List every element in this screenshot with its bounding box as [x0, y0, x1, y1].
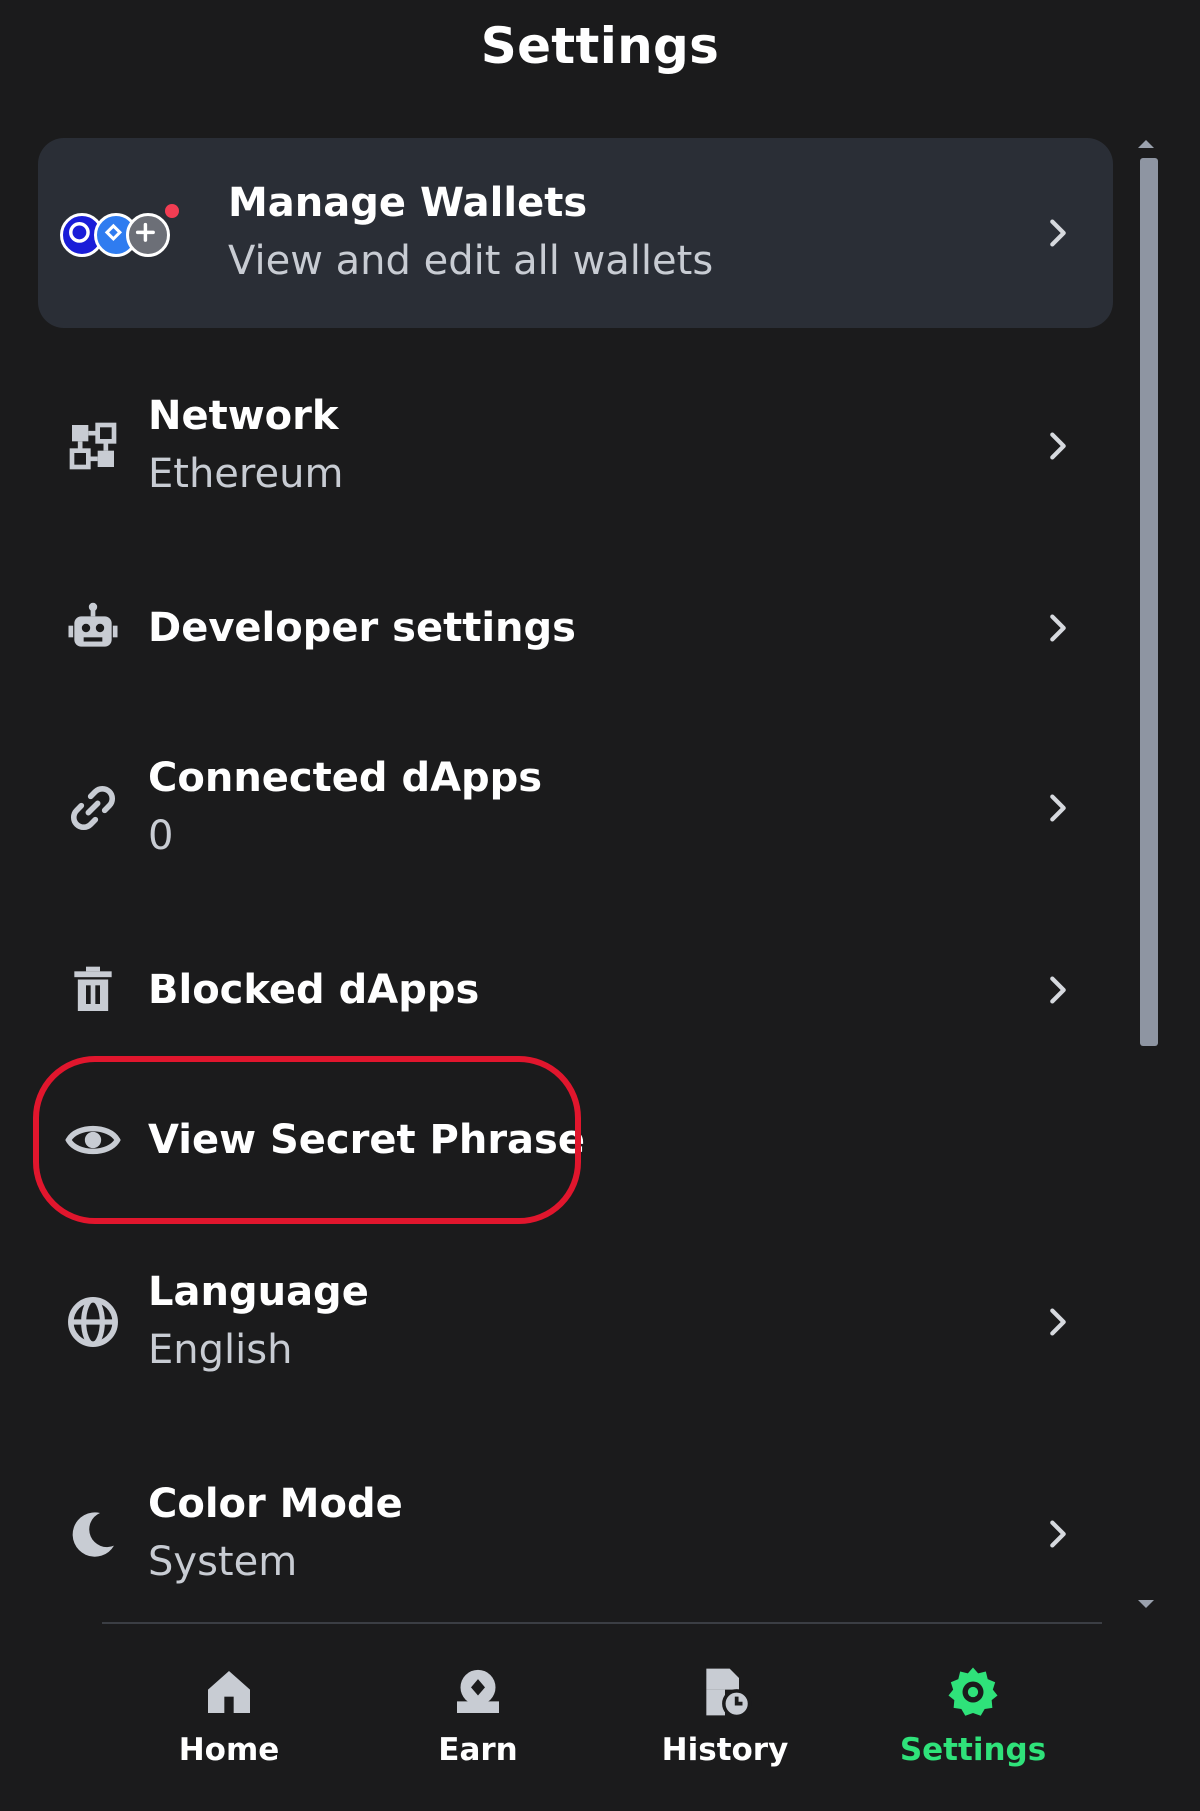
settings-item-connected-dapps[interactable]: Connected dApps 0 — [38, 718, 1113, 898]
developer-texts: Developer settings — [148, 600, 1023, 656]
settings-item-blocked-dapps[interactable]: Blocked dApps — [38, 920, 1113, 1060]
settings-item-value: English — [148, 1327, 293, 1373]
scrollbar-thumb[interactable] — [1140, 158, 1158, 1046]
history-icon — [697, 1664, 753, 1724]
chevron-right-icon — [1023, 611, 1093, 645]
home-icon — [201, 1664, 257, 1724]
settings-item-network[interactable]: Network Ethereum — [38, 356, 1113, 536]
notification-dot — [165, 204, 179, 218]
gear-icon — [945, 1664, 1001, 1724]
wallet-stack — [38, 183, 228, 283]
robot-icon — [38, 600, 148, 656]
settings-item-language[interactable]: Language English — [38, 1232, 1113, 1412]
scroll-up-arrow[interactable] — [1138, 140, 1154, 148]
settings-item-label: Color Mode — [148, 1481, 403, 1527]
connected-dapps-texts: Connected dApps 0 — [148, 750, 1023, 866]
nav-history[interactable]: History — [625, 1664, 825, 1768]
color-mode-texts: Color Mode System — [148, 1476, 1023, 1592]
nav-settings[interactable]: Settings — [873, 1664, 1073, 1768]
manage-wallets-texts: Manage Wallets View and edit all wallets — [228, 175, 1023, 291]
nav-earn[interactable]: Earn — [378, 1664, 578, 1768]
chevron-right-icon — [1023, 973, 1093, 1007]
link-icon — [38, 780, 148, 836]
bottom-nav: Home Earn History Settings — [0, 1624, 1200, 1811]
network-icon — [38, 418, 148, 474]
plus-icon — [126, 213, 170, 257]
settings-item-developer[interactable]: Developer settings — [38, 558, 1113, 698]
settings-item-value: Ethereum — [148, 451, 344, 497]
header: Settings — [0, 0, 1200, 100]
highlight-annotation — [33, 1056, 581, 1224]
language-texts: Language English — [148, 1264, 1023, 1380]
settings-item-label: Connected dApps — [148, 755, 543, 801]
globe-icon — [38, 1294, 148, 1350]
settings-item-value: System — [148, 1539, 298, 1585]
settings-item-label: Network — [148, 393, 339, 439]
earn-icon — [450, 1664, 506, 1724]
nav-label: Home — [178, 1732, 280, 1768]
manage-wallets-card[interactable]: Manage Wallets View and edit all wallets — [38, 138, 1113, 328]
settings-item-label: Language — [148, 1269, 369, 1315]
chevron-right-icon — [1023, 791, 1093, 825]
page-title: Settings — [480, 17, 720, 75]
nav-home[interactable]: Home — [129, 1664, 329, 1768]
chevron-right-icon — [1023, 1305, 1093, 1339]
settings-item-label: Blocked dApps — [148, 967, 480, 1013]
blocked-dapps-texts: Blocked dApps — [148, 962, 1023, 1018]
manage-wallets-title: Manage Wallets — [228, 180, 588, 226]
moon-icon — [38, 1506, 148, 1562]
scroll-down-arrow[interactable] — [1138, 1600, 1154, 1608]
nav-label: Settings — [899, 1732, 1047, 1768]
settings-item-color-mode[interactable]: Color Mode System — [38, 1444, 1113, 1624]
settings-item-value: 0 — [148, 813, 174, 859]
network-texts: Network Ethereum — [148, 388, 1023, 504]
nav-label: Earn — [438, 1732, 518, 1768]
chevron-right-icon — [1023, 429, 1093, 463]
trash-icon — [38, 962, 148, 1018]
chevron-right-icon — [1023, 1517, 1093, 1551]
manage-wallets-subtitle: View and edit all wallets — [228, 238, 714, 284]
nav-label: History — [661, 1732, 789, 1768]
settings-item-label: Developer settings — [148, 605, 576, 651]
chevron-right-icon — [1023, 216, 1093, 250]
